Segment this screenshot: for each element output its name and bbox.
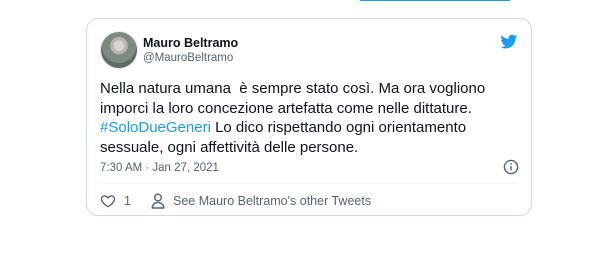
- embedded-tweet-card[interactable]: Mauro Beltramo @MauroBeltramo Nella natu…: [86, 18, 532, 216]
- author-handle[interactable]: @MauroBeltramo: [143, 52, 233, 64]
- avatar[interactable]: [100, 31, 138, 69]
- other-tweets-link[interactable]: See Mauro Beltramo's other Tweets: [151, 192, 371, 210]
- tweet-text-part1: Nella natura umana è sempre stato così. …: [100, 80, 490, 117]
- tweet-timestamp[interactable]: 7:30 AM · Jan 27, 2021: [100, 162, 219, 174]
- person-icon: [151, 193, 165, 209]
- top-accent-line: [360, 0, 510, 1]
- heart-icon[interactable]: [100, 193, 116, 209]
- other-tweets-label: See Mauro Beltramo's other Tweets: [173, 194, 372, 208]
- author-name[interactable]: Mauro Beltramo: [143, 36, 238, 50]
- tweet-text: Nella natura umana è sempre stato così. …: [100, 79, 520, 157]
- info-icon[interactable]: [503, 159, 519, 175]
- divider: [100, 183, 518, 184]
- twitter-bird-icon[interactable]: [499, 33, 519, 50]
- like-count: 1: [124, 194, 131, 208]
- hashtag-link[interactable]: #SoloDueGeneri: [100, 119, 211, 136]
